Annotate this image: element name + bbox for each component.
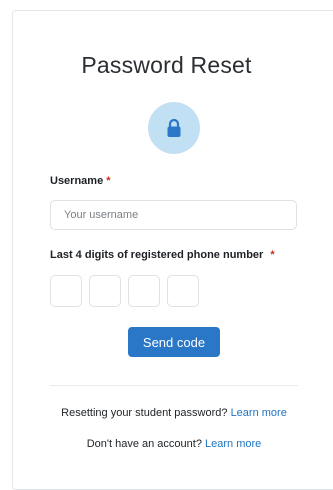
phone-digit-4-input[interactable] xyxy=(167,275,199,307)
lock-badge xyxy=(148,102,200,154)
student-password-note: Resetting your student password? Learn m… xyxy=(0,407,333,419)
phone-digit-2-input[interactable] xyxy=(89,275,121,307)
required-marker: * xyxy=(106,175,111,187)
required-marker: * xyxy=(270,249,275,261)
phone-digit-1-input[interactable] xyxy=(50,275,82,307)
student-learn-more-link[interactable]: Learn more xyxy=(231,407,287,419)
student-password-text: Resetting your student password? xyxy=(61,407,228,419)
username-input[interactable] xyxy=(50,200,297,230)
no-account-text: Don't have an account? xyxy=(86,438,202,450)
page-title: Password Reset xyxy=(81,52,252,78)
username-label-text: Username xyxy=(50,175,104,187)
phone-digit-3-input[interactable] xyxy=(128,275,160,307)
phone-digits-label: Last 4 digits of registered phone number… xyxy=(50,249,275,261)
lock-icon xyxy=(167,118,181,137)
divider xyxy=(50,385,298,386)
account-learn-more-link[interactable]: Learn more xyxy=(205,438,261,450)
no-account-note: Don't have an account? Learn more xyxy=(0,438,333,450)
send-code-button[interactable]: Send code xyxy=(128,327,220,357)
username-label: Username * xyxy=(50,175,110,187)
phone-digits-label-text: Last 4 digits of registered phone number xyxy=(50,249,264,261)
